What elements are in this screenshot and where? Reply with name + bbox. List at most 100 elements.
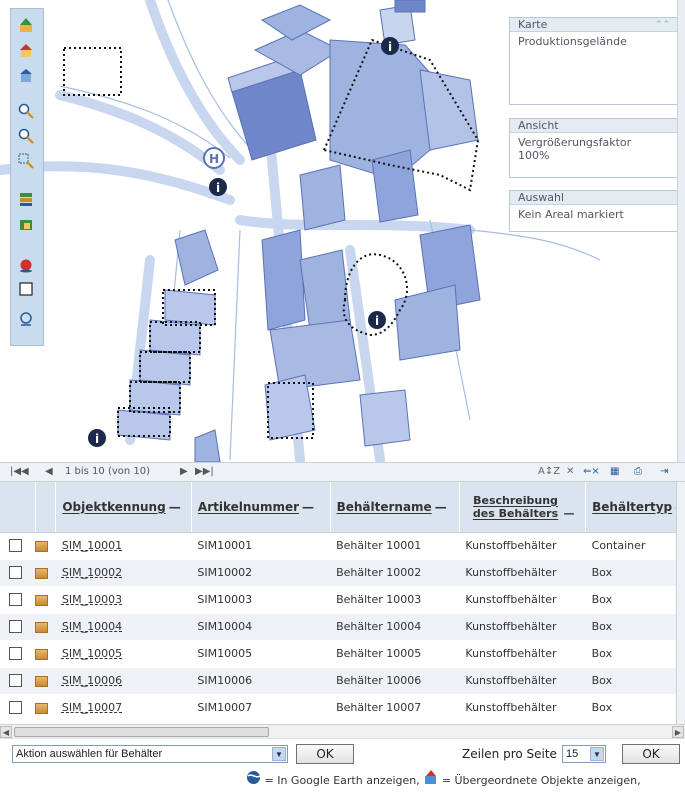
search-icon[interactable] — [18, 311, 38, 329]
action-ok-button[interactable]: OK — [296, 744, 354, 764]
home-icon[interactable] — [18, 42, 38, 60]
cell-behaeltertyp: Box — [585, 694, 685, 722]
table-row[interactable]: SIM_10004 SIM10004 Behälter 10004 Kunsto… — [0, 613, 685, 641]
row-checkbox[interactable] — [9, 593, 22, 607]
go-up-icon[interactable] — [18, 17, 38, 35]
cell-behaeltername: Behälter 10006 — [330, 667, 460, 695]
row-checkbox[interactable] — [9, 539, 22, 553]
zoom-in-icon[interactable] — [18, 103, 38, 121]
prev-page-icon[interactable]: ◀ — [45, 463, 53, 481]
box-icon — [35, 621, 49, 633]
cell-objektkennung[interactable]: SIM_10001 — [55, 532, 192, 560]
cell-objektkennung[interactable]: SIM_10002 — [55, 559, 192, 587]
cell-beschreibung: Kunstoffbehälter — [459, 532, 586, 560]
row-checkbox[interactable] — [9, 647, 22, 661]
legend: = In Google Earth anzeigen, = Übergeordn… — [0, 768, 685, 793]
select-rectangle-icon[interactable] — [18, 281, 38, 299]
clear-filter-icon[interactable]: ✕ — [566, 463, 574, 481]
cell-beschreibung: Kunstoffbehälter — [459, 694, 586, 722]
cell-behaeltertyp: Box — [585, 613, 685, 641]
sort-icon: — — [563, 506, 575, 520]
table-row[interactable]: SIM_10002 SIM10002 Behälter 10002 Kunsto… — [0, 559, 685, 587]
rows-ok-button[interactable]: OK — [622, 744, 680, 764]
cell-artikelnummer: SIM10003 — [191, 586, 331, 614]
karte-value: Produktionsgelände — [518, 35, 627, 48]
row-checkbox[interactable] — [9, 620, 22, 634]
select-all-column — [0, 482, 36, 533]
auswahl-value: Kein Areal markiert — [518, 208, 624, 221]
grid-vertical-scrollbar[interactable] — [676, 482, 685, 724]
box-icon — [35, 675, 49, 687]
table-row[interactable]: SIM_10003 SIM10003 Behälter 10003 Kunsto… — [0, 586, 685, 614]
rows-per-page-select[interactable]: 15 ▼ — [562, 745, 606, 763]
scroll-left-icon[interactable]: ◀ — [0, 726, 12, 738]
col-behaeltername[interactable]: Behältername — — [330, 482, 460, 533]
rows-per-page-value: 15 — [566, 748, 579, 760]
col-beschreibung[interactable]: Beschreibung des Behälters — — [459, 482, 587, 533]
horizontal-scrollbar[interactable]: ◀ ▶ — [0, 724, 685, 738]
layers-icon[interactable] — [18, 191, 38, 209]
box-icon — [35, 648, 49, 660]
columns-icon[interactable]: ▦ — [610, 463, 619, 481]
cell-behaeltername: Behälter 10005 — [330, 640, 460, 668]
next-page-icon[interactable]: ▶ — [180, 463, 188, 481]
cell-beschreibung: Kunstoffbehälter — [459, 586, 586, 614]
sort-icon[interactable]: A↕Z — [538, 463, 560, 481]
record-icon[interactable] — [18, 257, 38, 275]
zoom-area-icon[interactable] — [18, 153, 38, 171]
table-row[interactable]: SIM_10001 SIM10001 Behälter 10001 Kunsto… — [0, 532, 685, 560]
svg-text:H: H — [209, 152, 219, 166]
table-row[interactable]: SIM_10005 SIM10005 Behälter 10005 Kunsto… — [0, 640, 685, 668]
box-icon — [35, 594, 49, 606]
col-artikelnummer[interactable]: Artikelnummer — — [191, 482, 331, 533]
cell-objektkennung[interactable]: SIM_10003 — [55, 586, 192, 614]
row-checkbox[interactable] — [9, 701, 22, 715]
export-icon[interactable]: ⇥ — [660, 463, 668, 481]
last-page-icon[interactable]: ▶▶| — [195, 463, 214, 481]
collapse-icon[interactable]: ⌃⌃ — [655, 18, 670, 32]
grid-toolbar: |◀◀ ◀ 1 bis 10 (von 10) ▶ ▶▶| A↕Z ✕ ⇐× ▦… — [0, 462, 685, 482]
auswahl-title: Auswahl — [510, 191, 678, 205]
remove-filter-icon[interactable]: ⇐× — [583, 463, 600, 481]
action-bar: Aktion auswählen für Behälter ▼ OK Zeile… — [0, 738, 685, 768]
cell-objektkennung[interactable]: SIM_10006 — [55, 667, 192, 695]
rows-per-page-label: Zeilen pro Seite — [462, 747, 557, 761]
sort-icon: — — [302, 499, 315, 514]
print-icon[interactable]: ⎙ — [634, 463, 642, 481]
first-page-icon[interactable]: |◀◀ — [10, 463, 29, 481]
chevron-down-icon[interactable]: ▼ — [272, 747, 286, 761]
parent-objects-icon — [423, 769, 438, 794]
map-view[interactable]: i i i i H Karte ⌃⌃ Produktionsgelände An… — [0, 0, 685, 462]
map-layer-icon[interactable] — [18, 217, 38, 235]
icon-column — [35, 482, 57, 533]
row-checkbox[interactable] — [9, 566, 22, 580]
col-objektkennung[interactable]: Objektkennung — — [55, 482, 192, 533]
container-table: Objektkennung — Artikelnummer — Behälterna… — [0, 482, 685, 722]
zoom-out-icon[interactable] — [18, 128, 38, 146]
cell-objektkennung[interactable]: SIM_10004 — [55, 613, 192, 641]
map-toolbar — [10, 8, 44, 346]
svg-text:i: i — [375, 314, 379, 328]
box-icon — [35, 540, 49, 552]
cell-artikelnummer: SIM10006 — [191, 667, 331, 695]
legend-earth-text: = In Google Earth anzeigen, — [264, 774, 420, 787]
sort-icon: — — [168, 499, 181, 514]
cell-objektkennung[interactable]: SIM_10005 — [55, 640, 192, 668]
chevron-down-icon[interactable]: ▼ — [590, 747, 604, 761]
map-scrollbar[interactable] — [677, 0, 685, 462]
action-select[interactable]: Aktion auswählen für Behälter ▼ — [12, 745, 288, 763]
building-icon[interactable] — [18, 67, 38, 85]
data-grid: Objektkennung — Artikelnummer — Behälterna… — [0, 482, 685, 724]
table-row[interactable]: SIM_10007 SIM10007 Behälter 10007 Kunsto… — [0, 694, 685, 722]
table-row[interactable]: SIM_10006 SIM10006 Behälter 10006 Kunsto… — [0, 667, 685, 695]
cell-objektkennung[interactable]: SIM_10007 — [55, 694, 192, 722]
scroll-right-icon[interactable]: ▶ — [672, 726, 684, 738]
scroll-thumb[interactable] — [14, 727, 269, 737]
cell-beschreibung: Kunstoffbehälter — [459, 667, 586, 695]
action-select-value: Aktion auswählen für Behälter — [16, 748, 163, 760]
col-behaeltertyp[interactable]: Behältertyp— — [585, 482, 685, 533]
cell-behaeltername: Behälter 10003 — [330, 586, 460, 614]
cell-behaeltertyp: Box — [585, 559, 685, 587]
cell-behaeltertyp: Box — [585, 667, 685, 695]
row-checkbox[interactable] — [9, 674, 22, 688]
